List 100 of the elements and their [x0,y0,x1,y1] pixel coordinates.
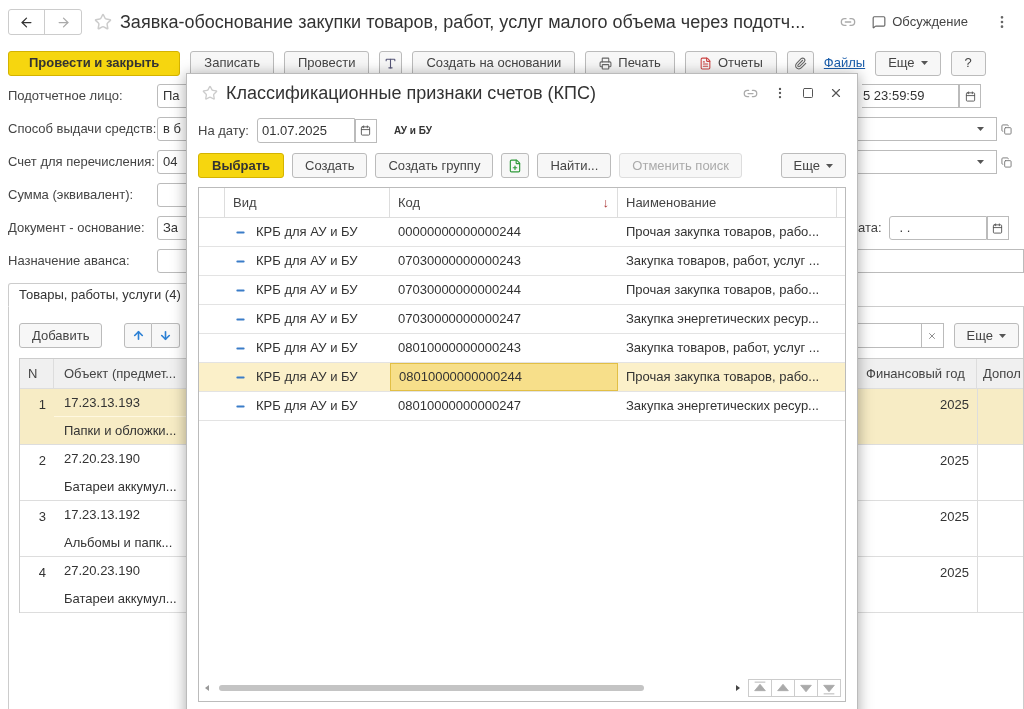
toolbar-button[interactable]: Создать на основании [412,50,576,76]
calendar-button[interactable] [986,216,1009,240]
format-button[interactable] [379,50,403,76]
table-row[interactable]: КРБ для АУ и БУ 08010000000000244 Прочая закупка товаров, рабо... [199,363,845,392]
calendar-icon [360,125,372,136]
maximize-icon[interactable] [802,87,814,99]
table-cell-text: 08010000000000243 [397,339,522,358]
dropdown-arrow-icon [826,163,833,168]
close-icon[interactable] [829,86,843,100]
table-cell-text: 17.23.13.192 [63,506,141,524]
column-header[interactable]: N [20,359,54,388]
column-header[interactable]: Наименование [618,188,837,217]
table-cell-text: 07030000000000243 [397,252,522,271]
select-field[interactable] [858,150,997,174]
select-field[interactable] [858,117,997,141]
column-header[interactable]: Код ↓ [390,188,618,217]
cell-text: КРБ для АУ и БУ [256,339,358,358]
table-cell-text: 3 [37,508,47,526]
dialog-button[interactable]: Найти... [537,153,612,178]
cell-text: КРБ для АУ и БУ [256,223,358,242]
table-cell-text: 07030000000000247 [397,310,522,329]
calendar-icon [964,90,976,102]
sort-indicator: ↓ [602,193,609,212]
date-field[interactable]: 5 23:59:59 [862,84,959,108]
field-label: Счет для перечисления: [7,153,156,172]
toolbar-button[interactable]: Записать [190,50,274,76]
printer-icon [599,56,613,70]
field-label: Способ выдачи средств: [7,120,157,139]
more-button[interactable]: Еще [953,323,1019,348]
table-cell-text: Батареи аккумул... [63,589,178,608]
horizontal-scrollbar[interactable] [205,684,740,692]
favorite-star-icon[interactable] [202,85,218,101]
attach-button[interactable] [786,50,814,76]
field-label: На дату: [198,121,249,140]
clear-icon[interactable] [927,330,938,341]
open-icon[interactable] [1001,123,1012,135]
arrow-down-icon [159,329,173,342]
table-cell-text: 08010000000000247 [397,397,522,416]
table-cell-text: 2025 [939,564,970,582]
post-and-close-button[interactable]: Провести и закрыть [8,50,181,76]
table-cell-text: 4 [37,564,47,582]
table-cell-text: Закупка товаров, работ, услуг ... [625,339,821,358]
table-cell-text: 2025 [939,508,970,526]
table-cell-text: Альбомы и папк... [63,533,174,552]
column-header[interactable]: Допол [977,359,1023,388]
cell-text: КРБ для АУ и БУ [256,252,358,271]
field-label: Сумма (эквивалент): [7,186,135,205]
move-up-button[interactable] [124,323,153,348]
dialog-button[interactable]: Создать [292,153,368,178]
field-label: ата: [858,219,882,238]
dropdown-arrow-icon [920,61,928,65]
files-link[interactable]: Файлы [823,53,866,73]
add-document-button[interactable] [501,153,530,178]
back-button[interactable] [9,10,45,34]
more-button[interactable]: Еще [875,50,941,76]
move-down-button[interactable] [152,323,181,348]
table-cell-text: 17.23.13.193 [63,394,141,412]
arrow-up-icon [131,329,145,342]
table-cell-text: Прочая закупка товаров, рабо... [625,223,821,242]
calendar-icon [992,222,1004,234]
paperclip-icon [793,56,807,70]
scroll-nav-icon[interactable] [771,679,795,697]
dialog-button[interactable]: Создать группу [375,153,494,178]
scroll-nav-icon[interactable] [794,679,818,697]
table-cell-text: 27.20.23.190 [63,450,141,468]
cell-text: КРБ для АУ и БУ [256,281,358,300]
table-cell-text: 2025 [939,396,970,414]
add-button[interactable]: Добавить [19,323,103,348]
document-plus-icon [508,158,523,173]
text-field[interactable] [858,249,1024,273]
table-cell-text: 27.20.23.190 [63,562,141,580]
table-cell-text: Закупка товаров, работ, услуг ... [625,252,821,271]
favorite-star-icon[interactable] [94,13,112,31]
table-cell-text: 1 [37,396,47,414]
date-field[interactable]: . . [888,216,987,240]
reports-button[interactable]: Отчеты [684,50,777,76]
table-cell-text: 2025 [939,452,970,470]
more-button[interactable]: Еще [780,153,846,178]
open-icon[interactable] [1001,156,1012,168]
calendar-button[interactable] [959,84,981,108]
select-button[interactable]: Выбрать [198,153,285,178]
dropdown-arrow-icon [977,160,984,164]
calendar-button[interactable] [355,118,377,143]
table-cell-text: 07030000000000244 [397,281,522,300]
report-icon [698,56,712,70]
cell-text: КРБ для АУ и БУ [256,368,358,387]
toolbar-button[interactable]: Провести [283,50,370,76]
chat-icon [872,15,887,29]
print-button[interactable]: Печать [585,50,675,76]
field-label: Назначение аванса: [7,252,131,271]
scroll-nav-icon[interactable] [817,679,841,697]
table-cell-text: Закупка энергетических ресур... [625,397,820,416]
toolbar-button[interactable]: ? [950,50,986,76]
table-cell-text: 00000000000000244 [397,223,522,242]
window-title: Заявка-обоснование закупки товаров, работ, услуг малого объема через подотч... [120,10,806,34]
discussion-button[interactable]: Обсуждение [872,12,968,32]
column-header[interactable]: Вид [225,188,390,217]
date-field[interactable]: 01.07.2025 [257,118,355,143]
dropdown-arrow-icon [999,333,1006,338]
scroll-nav-icon[interactable] [748,679,772,697]
